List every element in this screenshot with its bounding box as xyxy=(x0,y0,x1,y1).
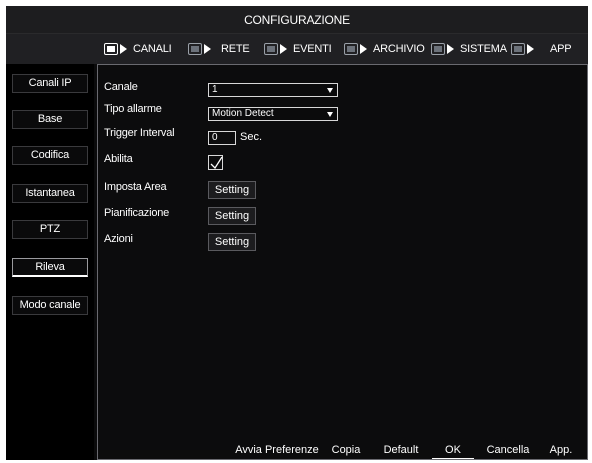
sidebar-item-rileva[interactable]: Rileva xyxy=(12,258,88,277)
canale-select[interactable]: 1 xyxy=(208,83,338,97)
avvia-preferenze-button[interactable]: Avvia Preferenze xyxy=(232,442,322,458)
system-icon xyxy=(431,43,445,55)
network-icon xyxy=(188,43,202,55)
chevron-down-icon xyxy=(327,88,333,93)
tab-app[interactable]: APP xyxy=(511,40,572,58)
app-button[interactable]: App. xyxy=(544,442,578,458)
tab-canali[interactable]: CANALI xyxy=(104,40,172,58)
sidebar-item-base[interactable]: Base xyxy=(12,110,88,129)
tipo-allarme-label: Tipo allarme xyxy=(104,103,162,115)
trigger-interval-label: Trigger Interval xyxy=(104,127,175,139)
sidebar-item-istantanea[interactable]: Istantanea xyxy=(12,184,88,203)
imposta-area-setting-button[interactable]: Setting xyxy=(208,181,256,199)
trigger-unit-label: Sec. xyxy=(240,131,263,143)
pianificazione-label: Pianificazione xyxy=(104,207,170,219)
sidebar-item-ptz[interactable]: PTZ xyxy=(12,220,88,239)
tab-archivio[interactable]: ARCHIVIO xyxy=(344,40,425,58)
main-tab-bar: CANALI RETE EVENTI ARCHIVIO SISTEMA APP xyxy=(6,34,588,64)
arrow-icon xyxy=(447,44,454,54)
sidebar-item-modo-canale[interactable]: Modo canale xyxy=(12,296,88,315)
azioni-setting-button[interactable]: Setting xyxy=(208,233,256,251)
storage-icon xyxy=(344,43,358,55)
abilita-label: Abilita xyxy=(104,153,133,165)
tab-rete[interactable]: RETE xyxy=(188,40,250,58)
alarm-icon xyxy=(264,43,278,55)
config-window: CONFIGURAZIONE CANALI RETE EVENTI ARCHIV… xyxy=(6,6,588,460)
sidebar: Canali IP Base Codifica Istantanea PTZ R… xyxy=(6,64,94,460)
camera-icon xyxy=(104,43,118,55)
app-icon xyxy=(511,43,525,55)
default-button[interactable]: Default xyxy=(380,442,422,458)
sidebar-item-canali-ip[interactable]: Canali IP xyxy=(12,74,88,93)
copia-button[interactable]: Copia xyxy=(328,442,364,458)
chevron-down-icon xyxy=(327,112,333,117)
canale-label: Canale xyxy=(104,81,138,93)
window-title: CONFIGURAZIONE xyxy=(244,13,350,27)
pianificazione-setting-button[interactable]: Setting xyxy=(208,207,256,225)
arrow-icon xyxy=(527,44,534,54)
ok-button[interactable]: OK xyxy=(432,442,474,459)
cancella-button[interactable]: Cancella xyxy=(484,442,532,458)
checkmark-icon xyxy=(210,156,223,170)
settings-panel: Canale 1 Tipo allarme Motion Detect Trig… xyxy=(97,64,588,460)
abilita-checkbox[interactable] xyxy=(208,155,223,170)
azioni-label: Azioni xyxy=(104,233,133,245)
arrow-icon xyxy=(204,44,211,54)
arrow-icon xyxy=(360,44,367,54)
arrow-icon xyxy=(120,44,127,54)
sidebar-item-codifica[interactable]: Codifica xyxy=(12,146,88,165)
tab-sistema[interactable]: SISTEMA xyxy=(431,40,507,58)
title-bar: CONFIGURAZIONE xyxy=(6,6,588,34)
tab-eventi[interactable]: EVENTI xyxy=(264,40,332,58)
arrow-icon xyxy=(280,44,287,54)
imposta-area-label: Imposta Area xyxy=(104,181,167,193)
trigger-interval-input[interactable]: 0 xyxy=(208,131,236,145)
tipo-allarme-select[interactable]: Motion Detect xyxy=(208,107,338,121)
